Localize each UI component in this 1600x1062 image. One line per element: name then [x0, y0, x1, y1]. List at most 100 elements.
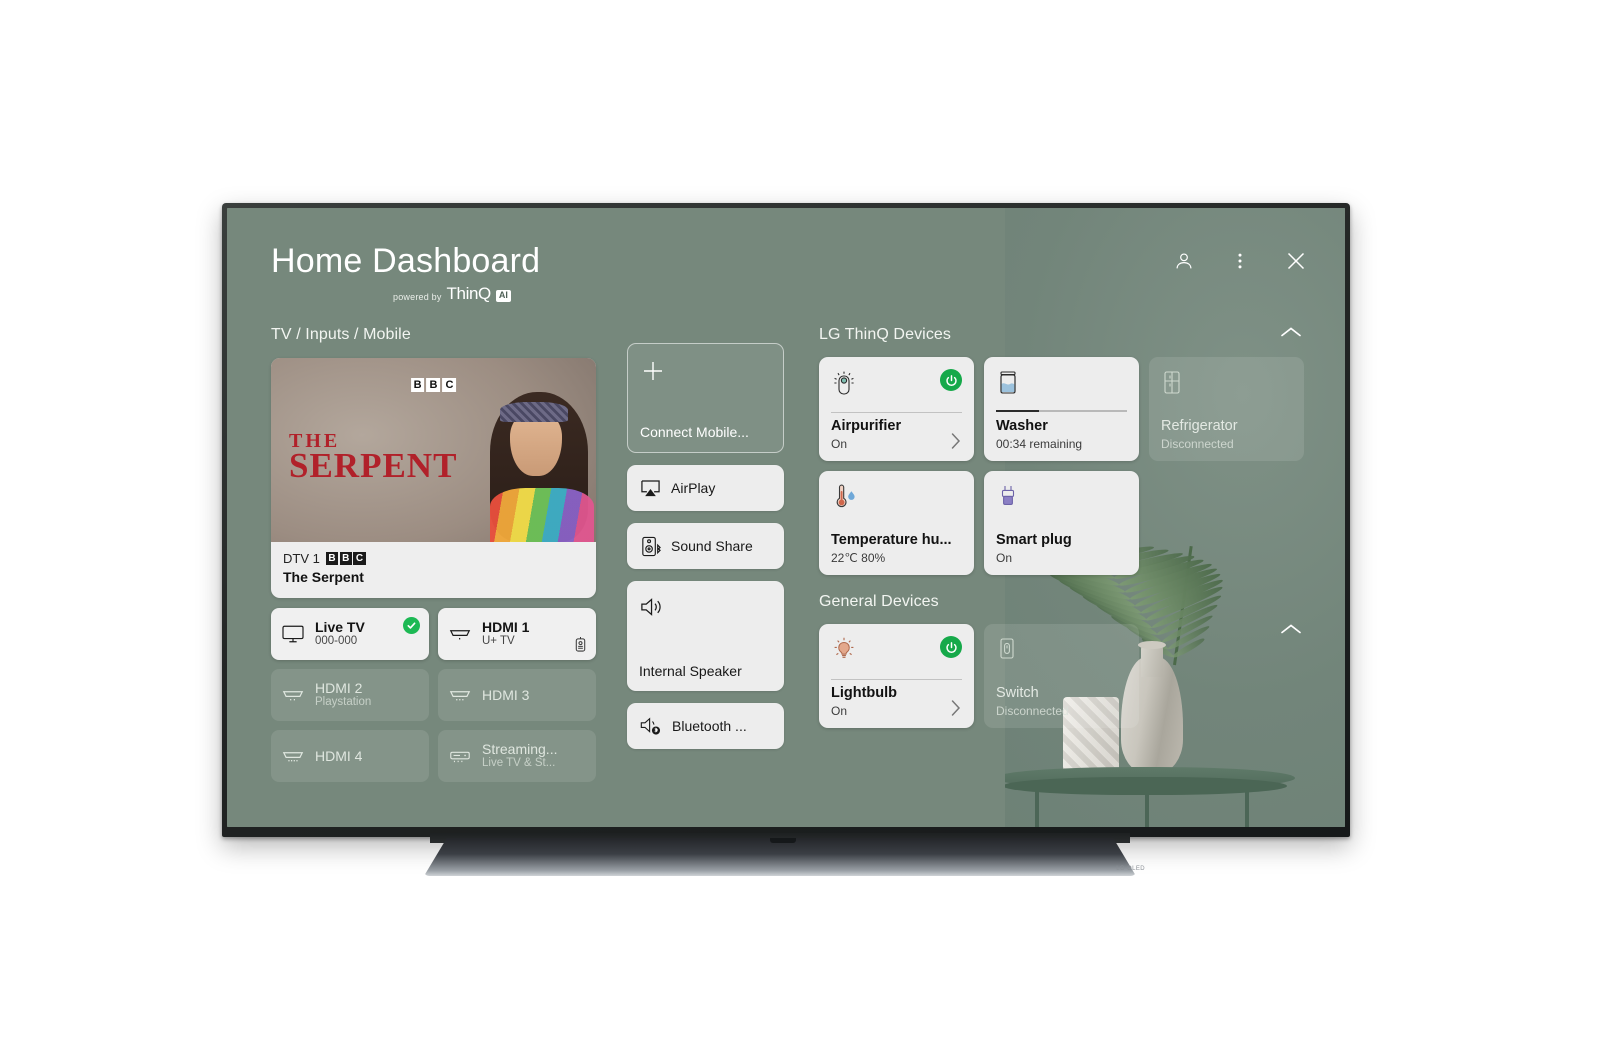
device-name: Temperature hu...: [831, 532, 952, 549]
device-card-switch[interactable]: Switch Disconnected: [984, 624, 1139, 728]
temperature-humidity-icon: [831, 483, 859, 511]
card-divider: [831, 412, 962, 414]
input-name: Live TV: [315, 618, 365, 635]
power-toggle-button[interactable]: [940, 636, 962, 658]
tv-screen: Home Dashboard powered by ThinQ AI TV / …: [227, 208, 1345, 827]
set-top-box-icon: [573, 636, 588, 653]
lightbulb-icon: [831, 636, 857, 664]
powered-by-thinq: powered by ThinQ AI: [393, 284, 540, 304]
broadcaster-letter: B: [339, 552, 352, 565]
input-tile-hdmi-4[interactable]: HDMI 4: [271, 730, 429, 782]
device-name: Airpurifier: [831, 418, 902, 435]
tv-inputs-column: TV / Inputs / Mobile B B C THE SERPENT D…: [271, 326, 596, 782]
chevron-right-icon[interactable]: [950, 431, 962, 451]
airplay-card[interactable]: AirPlay: [627, 465, 784, 511]
connect-mobile-label: Connect Mobile...: [640, 424, 749, 440]
thinq-devices-grid: Airpurifier On Washer 00:34 remaining Re…: [819, 357, 1316, 575]
dashboard-header: Home Dashboard powered by ThinQ AI: [271, 242, 541, 304]
program-title: The Serpent: [283, 569, 364, 585]
device-status: Disconnected: [1161, 437, 1234, 451]
collapse-thinq-chevron-up-icon[interactable]: [1280, 326, 1302, 339]
ai-badge: AI: [495, 290, 511, 302]
powered-by-label: powered by: [393, 291, 442, 302]
program-art-person: [474, 366, 596, 542]
channel-number: DTV 1: [283, 551, 320, 566]
profile-icon[interactable]: [1171, 248, 1197, 274]
internal-speaker-label: Internal Speaker: [639, 663, 742, 679]
washer-icon: [996, 369, 1020, 397]
tv-preview-thumbnail: B B C THE SERPENT: [271, 358, 596, 542]
input-tile-live-tv[interactable]: Live TV 000-000: [271, 608, 429, 660]
device-card-temperature-humidity[interactable]: Temperature hu... 22℃ 80%: [819, 471, 974, 575]
air-purifier-icon: [831, 369, 857, 397]
tv-icon: [281, 624, 305, 644]
device-status: On: [831, 704, 848, 718]
tv-preview-card[interactable]: B B C THE SERPENT DTV 1 B B C The Serpen…: [271, 358, 596, 598]
device-status: On: [831, 437, 848, 451]
device-card-lightbulb[interactable]: Lightbulb On: [819, 624, 974, 728]
device-card-washer[interactable]: Washer 00:34 remaining: [984, 357, 1139, 461]
device-card-airpurifier[interactable]: Airpurifier On: [819, 357, 974, 461]
power-toggle-button[interactable]: [940, 369, 962, 391]
input-name: HDMI 4: [315, 747, 363, 764]
input-sub: 000-000: [315, 635, 358, 648]
input-tile-hdmi-1[interactable]: HDMI 1 U+ TV: [438, 608, 596, 660]
plus-icon: [640, 358, 771, 384]
devices-column: LG ThinQ Devices Airpurifier On Washer 0…: [819, 326, 1316, 728]
sound-share-icon: [639, 535, 662, 558]
broadcaster-letter: B: [325, 552, 339, 565]
broadcaster-letter: C: [353, 552, 366, 565]
bluetooth-label: Bluetooth ...: [672, 718, 747, 734]
home-dashboard-ui: Home Dashboard powered by ThinQ AI TV / …: [227, 208, 1345, 827]
bbc-letter: B: [426, 378, 441, 392]
tv-bezel: Home Dashboard powered by ThinQ AI TV / …: [222, 203, 1350, 837]
hdmi-icon: [281, 747, 305, 765]
sound-share-card[interactable]: Sound Share: [627, 523, 784, 569]
general-devices-grid: Lightbulb On Switch Disconnected: [819, 624, 1316, 728]
general-devices-section-title: General Devices: [819, 593, 939, 610]
selected-check-icon: [403, 617, 420, 634]
device-name: Washer: [996, 418, 1048, 435]
input-sub: Playstation: [315, 696, 372, 709]
input-tile-streaming[interactable]: Streaming... Live TV & St...: [438, 730, 596, 782]
mobile-connect-column: Connect Mobile... AirPlay Sound Share In…: [627, 343, 784, 761]
tv-brand-mark: LG OLED: [1116, 866, 1145, 872]
chevron-right-icon[interactable]: [950, 698, 962, 718]
input-name: HDMI 1: [482, 618, 530, 635]
close-icon[interactable]: [1283, 248, 1309, 274]
input-tile-hdmi-2[interactable]: HDMI 2 Playstation: [271, 669, 429, 721]
input-sub: U+ TV: [482, 635, 515, 648]
device-name: Lightbulb: [831, 685, 898, 702]
bbc-letter: C: [442, 378, 457, 392]
input-tile-hdmi-3[interactable]: HDMI 3: [438, 669, 596, 721]
hdmi-icon: [448, 625, 472, 643]
art-title-line2: SERPENT: [289, 446, 458, 486]
connect-mobile-card[interactable]: Connect Mobile...: [627, 343, 784, 453]
collapse-general-chevron-up-icon[interactable]: [1280, 623, 1302, 636]
broadcaster-logo: B B C: [325, 552, 366, 565]
side-table: [1005, 767, 1325, 827]
header-actions: [1171, 248, 1309, 274]
smart-plug-icon: [996, 483, 1020, 511]
hdmi-icon: [281, 686, 305, 704]
page-title: Home Dashboard: [271, 242, 541, 280]
internal-speaker-card[interactable]: Internal Speaker: [627, 581, 784, 691]
bluetooth-device-card[interactable]: Bluetooth ...: [627, 703, 784, 749]
thinq-devices-section-title: LG ThinQ Devices: [819, 326, 952, 343]
more-options-icon[interactable]: [1227, 248, 1253, 274]
device-card-smart-plug[interactable]: Smart plug On: [984, 471, 1139, 575]
device-status: Disconnected: [996, 704, 1069, 718]
streaming-box-icon: [448, 747, 472, 765]
refrigerator-icon: [1161, 369, 1183, 397]
device-status: On: [996, 551, 1013, 565]
tv-stand: [424, 838, 1136, 876]
device-card-refrigerator[interactable]: Refrigerator Disconnected: [1149, 357, 1304, 461]
hdmi-icon: [448, 686, 472, 704]
input-sub: Live TV & St...: [482, 757, 556, 770]
tv-preview-meta: DTV 1 B B C The Serpent: [271, 542, 596, 595]
sound-share-label: Sound Share: [671, 538, 753, 554]
speaker-icon: [639, 595, 772, 619]
device-status: 00:34 remaining: [996, 437, 1083, 451]
input-tiles-grid: Live TV 000-000 HDMI 1 U+ TV HDMI 2 Play…: [271, 608, 596, 782]
bluetooth-speaker-icon: [639, 715, 663, 737]
